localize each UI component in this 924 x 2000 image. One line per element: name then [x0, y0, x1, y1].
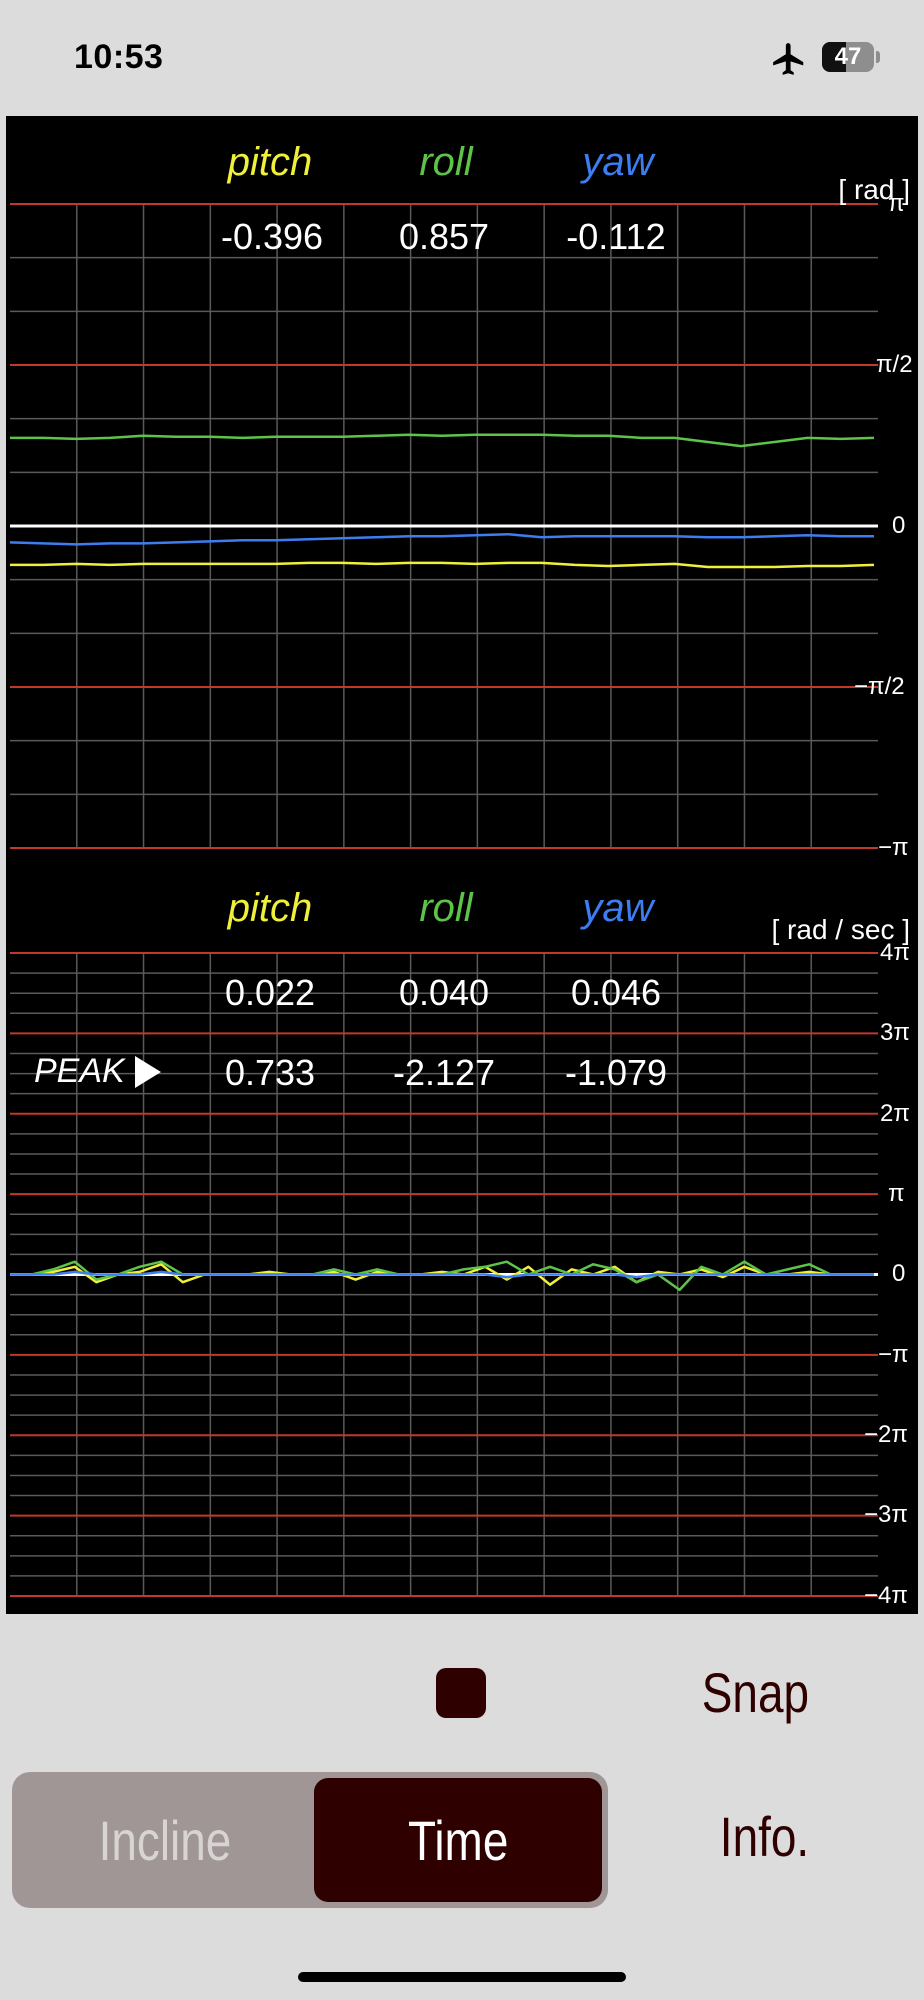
- peak-arrow-icon: [134, 1056, 161, 1088]
- battery-percentage: 47: [834, 43, 862, 70]
- rate-tick-zero: 0: [892, 1260, 906, 1287]
- attitude-tick-zero: 0: [892, 512, 906, 539]
- attitude-tick-neg-pi: −π: [878, 834, 909, 861]
- graph-area: pitch roll yaw [ rad ] -0.396 0.857 -0.1…: [6, 116, 918, 1614]
- rate-tick-neg-4pi: −4π: [864, 1582, 908, 1609]
- peak-roll-value: -2.127: [392, 1052, 496, 1093]
- attitude-tick-pi: π: [888, 190, 905, 217]
- peak-yaw-value: -1.079: [564, 1052, 668, 1093]
- peak-pitch-value: 0.733: [224, 1052, 316, 1093]
- graph-canvas: [9, 203, 878, 1597]
- attitude-pitch-value: -0.396: [220, 216, 324, 257]
- battery-tip: [876, 51, 880, 63]
- attitude-tick-half-pi: π/2: [876, 351, 913, 378]
- status-bar: 10:53 47: [0, 0, 924, 116]
- attitude-header: pitch roll yaw [ rad ]: [6, 140, 918, 205]
- segment-incline-label: Incline: [98, 1808, 232, 1872]
- info-button[interactable]: Info.: [720, 1804, 809, 1869]
- rate-roll-value: 0.040: [398, 972, 490, 1013]
- segment-incline[interactable]: Incline: [18, 1778, 312, 1902]
- segment-time[interactable]: Time: [314, 1778, 602, 1902]
- mode-segmented-control: Incline Time: [12, 1772, 608, 1908]
- rate-yaw-value: 0.046: [570, 972, 662, 1013]
- rate-pitch-value: 0.022: [224, 972, 316, 1013]
- attitude-yaw-label: yaw: [582, 140, 654, 184]
- rate-pitch-label: pitch: [227, 886, 313, 930]
- rate-tick-neg-2pi: −2π: [864, 1421, 908, 1448]
- rate-tick-pi: π: [888, 1180, 905, 1207]
- peak-text: PEAK: [34, 1052, 125, 1090]
- record-button[interactable]: [436, 1668, 486, 1718]
- rate-tick-neg-pi: −π: [878, 1341, 909, 1368]
- rate-tick-4pi: 4π: [880, 939, 910, 966]
- attitude-pitch-label: pitch: [227, 140, 313, 184]
- status-time: 10:53: [74, 38, 164, 76]
- snap-button[interactable]: Snap: [702, 1660, 809, 1725]
- attitude-grid: [10, 203, 878, 849]
- home-indicator: [298, 1972, 626, 1982]
- attitude-roll-value: 0.857: [398, 216, 490, 257]
- rate-yaw-label: yaw: [582, 886, 654, 930]
- rate-tick-neg-3pi: −3π: [864, 1501, 908, 1528]
- attitude-tick-neg-half-pi: −π/2: [854, 673, 905, 700]
- attitude-roll-label: roll: [419, 140, 473, 184]
- rate-roll-label: roll: [419, 886, 473, 930]
- rate-tick-3pi: 3π: [880, 1019, 910, 1046]
- peak-label: PEAK: [34, 1052, 161, 1091]
- rate-tick-2pi: 2π: [880, 1100, 910, 1127]
- rate-header: pitch roll yaw [ rad / sec ]: [6, 886, 918, 946]
- airplane-icon: [773, 43, 804, 75]
- attitude-yaw-value: -0.112: [566, 216, 666, 257]
- controls-panel: Snap Incline Time Info.: [0, 1614, 924, 2000]
- battery-icon: 47: [822, 42, 874, 72]
- segment-time-label: Time: [407, 1808, 509, 1872]
